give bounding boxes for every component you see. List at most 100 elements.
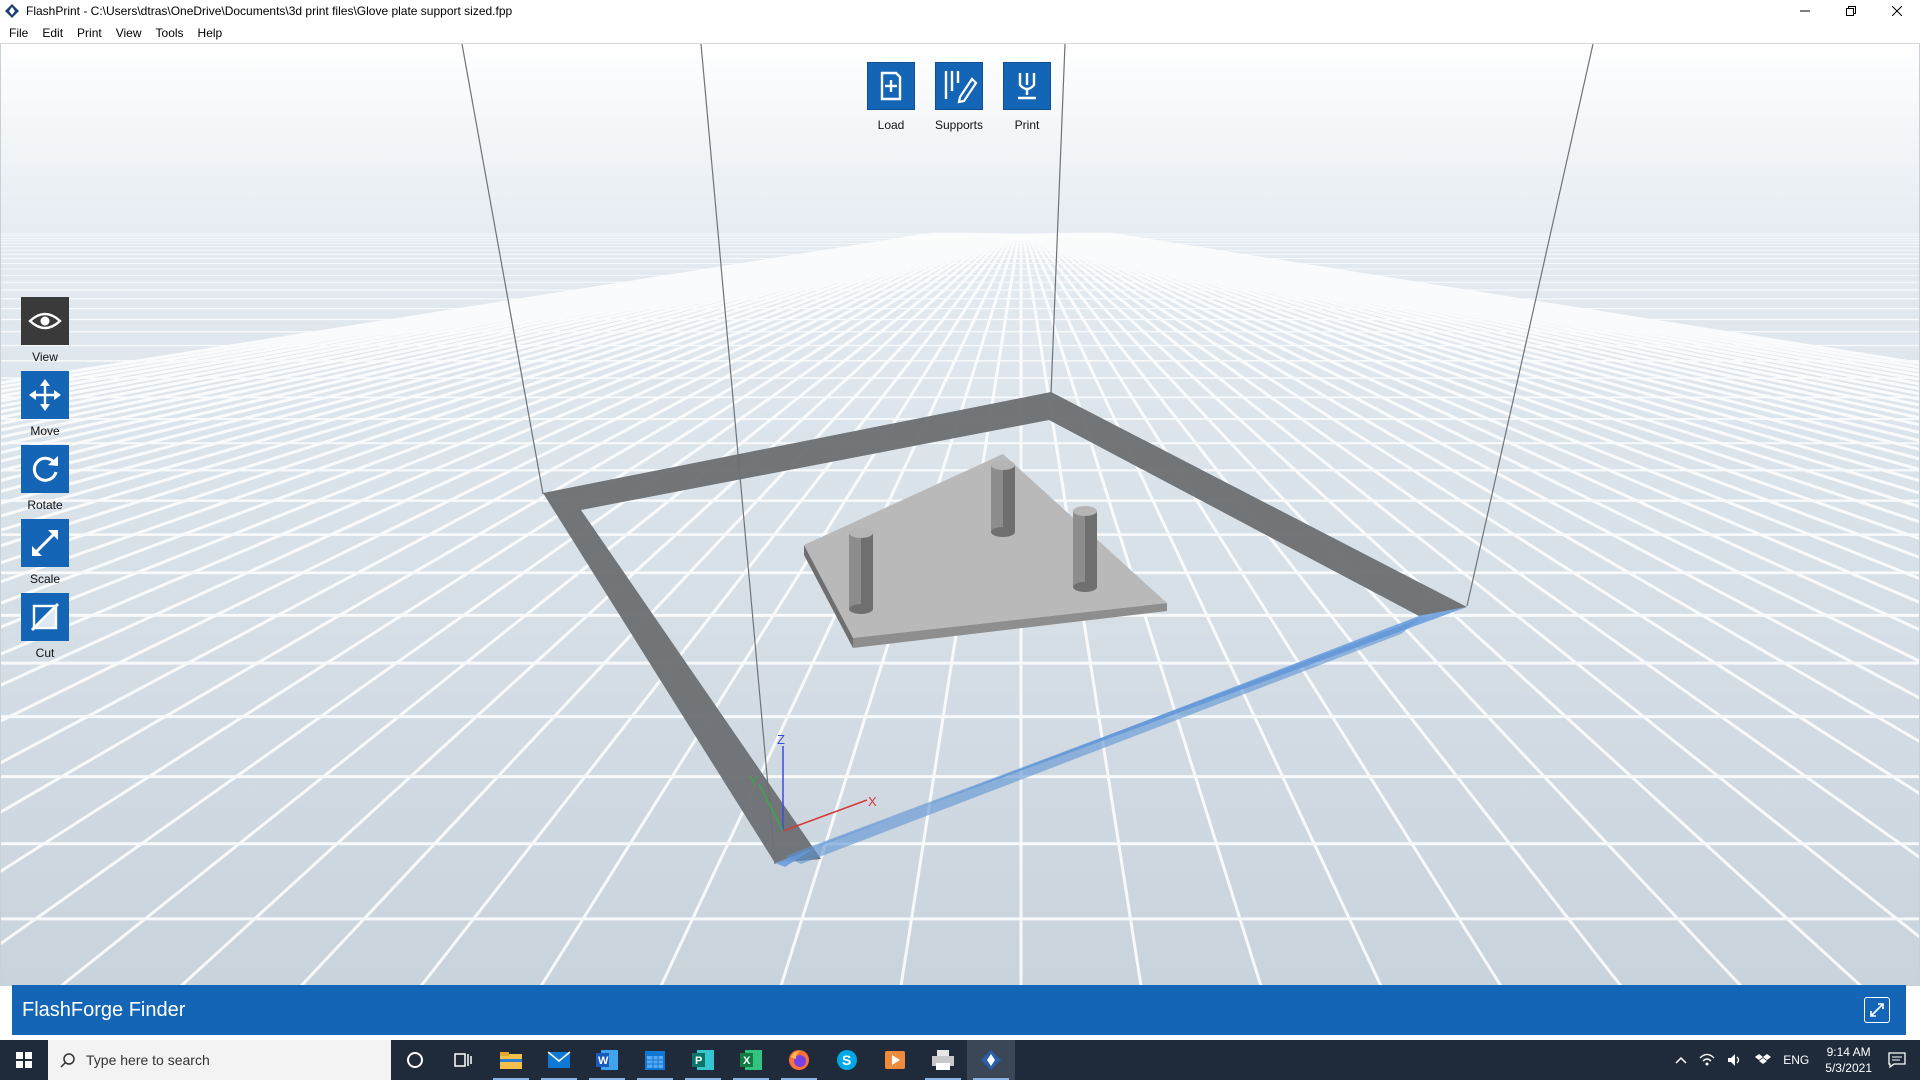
network-button[interactable]	[1699, 1053, 1715, 1067]
clock[interactable]: 9:14 AM 5/3/2021	[1825, 1044, 1872, 1076]
skype-button[interactable]: S	[823, 1040, 871, 1080]
search-icon	[60, 1053, 75, 1068]
build-scene[interactable]: Z X Y	[1, 44, 1920, 986]
cortana-button[interactable]	[391, 1040, 439, 1080]
clock-date: 5/3/2021	[1825, 1061, 1872, 1075]
post-back	[991, 460, 1015, 537]
load-tool[interactable]: Load	[856, 62, 926, 132]
svg-text:P: P	[695, 1055, 702, 1067]
close-button[interactable]	[1874, 0, 1920, 22]
3d-viewport[interactable]: Z X Y Load Supports Print View Move Rota…	[0, 44, 1920, 986]
publisher-icon: P	[692, 1050, 714, 1070]
axis-x-label: X	[868, 794, 877, 809]
cut-button[interactable]	[21, 593, 69, 641]
scale-button[interactable]	[21, 519, 69, 567]
print-tool[interactable]: Print	[992, 62, 1062, 132]
rotate-icon	[32, 456, 58, 482]
supports-icon	[944, 71, 978, 104]
minimize-icon	[1800, 10, 1810, 12]
action-center-button[interactable]	[1888, 1052, 1906, 1068]
move-tool[interactable]: Move	[15, 371, 75, 438]
post-left	[849, 528, 873, 614]
rotate-tool[interactable]: Rotate	[15, 445, 75, 512]
firefox-icon	[789, 1050, 809, 1070]
scale-label: Scale	[29, 572, 61, 586]
load-label: Load	[877, 118, 905, 132]
printer-app-button[interactable]	[919, 1040, 967, 1080]
menu-print[interactable]: Print	[70, 22, 109, 44]
start-button[interactable]	[0, 1040, 48, 1080]
file-explorer-icon	[500, 1052, 522, 1069]
print-button[interactable]	[1003, 62, 1051, 110]
menu-tools[interactable]: Tools	[149, 22, 191, 44]
cortana-icon	[407, 1052, 423, 1068]
media-player-icon	[885, 1051, 905, 1069]
rotate-button[interactable]	[21, 445, 69, 493]
tray-overflow-button[interactable]	[1675, 1056, 1687, 1064]
axis-y-label: Y	[749, 773, 758, 788]
flashprint-taskbar-button[interactable]	[967, 1040, 1015, 1080]
load-button[interactable]	[867, 62, 915, 110]
move-arrows-icon	[29, 379, 61, 411]
firefox-button[interactable]	[775, 1040, 823, 1080]
cut-label: Cut	[35, 646, 55, 660]
title-bar: FlashPrint - C:\Users\dtras\OneDrive\Doc…	[0, 0, 1920, 22]
menu-file[interactable]: File	[2, 22, 35, 44]
calendar-button[interactable]	[631, 1040, 679, 1080]
minimize-button[interactable]	[1782, 0, 1828, 22]
wifi-icon	[1699, 1053, 1715, 1066]
word-icon: W	[596, 1050, 618, 1070]
clock-time: 9:14 AM	[1826, 1045, 1871, 1059]
supports-tool[interactable]: Supports	[924, 62, 994, 132]
speaker-icon	[1728, 1054, 1740, 1066]
print-label: Print	[1014, 118, 1040, 132]
close-icon	[1892, 6, 1902, 16]
cut-tool[interactable]: Cut	[15, 593, 75, 660]
excel-button[interactable]: X	[727, 1040, 775, 1080]
move-button[interactable]	[21, 371, 69, 419]
window-title: FlashPrint - C:\Users\dtras\OneDrive\Doc…	[26, 4, 513, 18]
menu-help[interactable]: Help	[191, 22, 230, 44]
file-explorer-button[interactable]	[487, 1040, 535, 1080]
printer-status-bar[interactable]: FlashForge Finder	[12, 985, 1906, 1035]
mail-button[interactable]	[535, 1040, 583, 1080]
load-file-icon	[880, 71, 902, 101]
taskbar-search-box[interactable]: Type here to search	[48, 1040, 391, 1080]
system-tray: ENG 9:14 AM 5/3/2021	[1669, 1040, 1920, 1080]
printer-name: FlashForge Finder	[22, 998, 186, 1021]
view-tool[interactable]: View	[15, 297, 75, 364]
expand-button[interactable]	[1864, 997, 1890, 1023]
eye-icon	[28, 312, 62, 330]
cut-icon	[30, 602, 60, 632]
menu-bar: File Edit Print View Tools Help	[0, 22, 1920, 44]
volume-button[interactable]	[1727, 1053, 1743, 1067]
flashprint-icon	[981, 1050, 1001, 1070]
menu-view[interactable]: View	[109, 22, 149, 44]
windows-logo-icon	[16, 1052, 32, 1068]
restore-button[interactable]	[1828, 0, 1874, 22]
post-right	[1073, 506, 1097, 592]
mail-icon	[547, 1051, 571, 1068]
search-placeholder: Type here to search	[86, 1052, 210, 1068]
dropbox-icon	[1755, 1054, 1772, 1064]
media-player-button[interactable]	[871, 1040, 919, 1080]
svg-text:S: S	[842, 1052, 851, 1068]
menu-edit[interactable]: Edit	[35, 22, 70, 44]
view-button[interactable]	[21, 297, 69, 345]
language-indicator[interactable]: ENG	[1783, 1053, 1809, 1067]
dropbox-button[interactable]	[1755, 1053, 1772, 1067]
task-view-button[interactable]	[439, 1040, 487, 1080]
expand-icon	[1870, 1003, 1884, 1017]
word-button[interactable]: W	[583, 1040, 631, 1080]
taskbar: Type here to search W P X S ENG 9:14 AM …	[0, 1040, 1920, 1080]
scale-tool[interactable]: Scale	[15, 519, 75, 586]
svg-text:X: X	[743, 1055, 751, 1067]
calendar-icon	[645, 1051, 665, 1070]
printer-app-icon	[932, 1050, 954, 1070]
supports-button[interactable]	[935, 62, 983, 110]
rotate-label: Rotate	[27, 498, 63, 512]
axis-z-label: Z	[777, 732, 785, 747]
publisher-button[interactable]: P	[679, 1040, 727, 1080]
flashprint-app-icon	[5, 4, 19, 18]
print-icon	[1018, 73, 1036, 100]
